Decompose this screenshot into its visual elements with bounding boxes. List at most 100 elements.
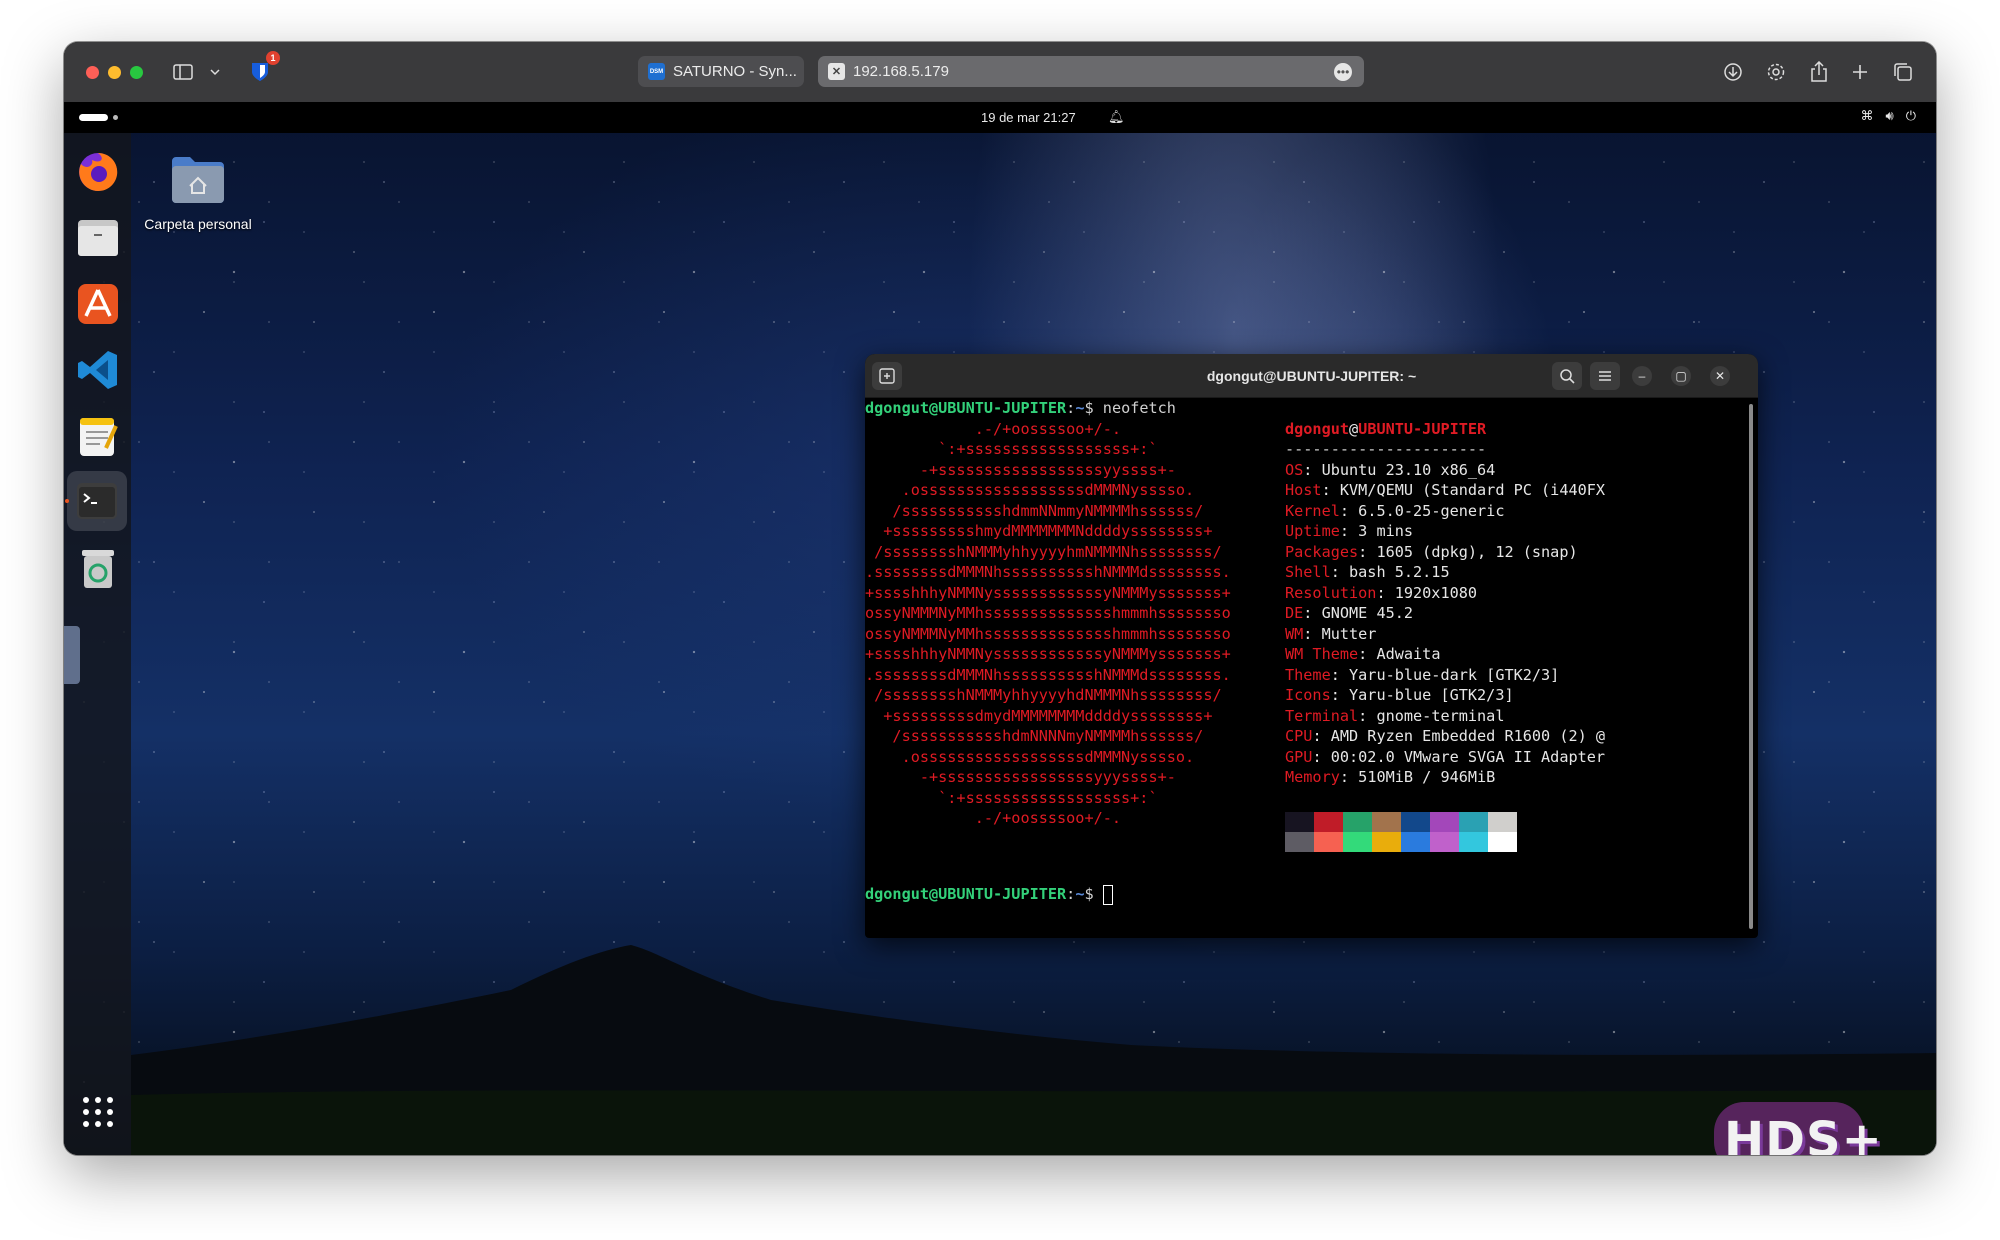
tab-label: SATURNO - Syn... — [673, 63, 797, 80]
palette-swatch — [1314, 832, 1343, 852]
terminal-scrollbar[interactable] — [1749, 404, 1753, 929]
tab-close-icon[interactable]: ✕ — [828, 63, 845, 80]
palette-swatch — [1488, 832, 1517, 852]
system-info-row: Theme: Yaru-blue-dark [GTK2/3] — [1285, 665, 1560, 684]
home-folder-icon — [172, 157, 224, 203]
clock[interactable]: 19 de mar 21:27 — [981, 110, 1076, 125]
ascii-logo-line: .ssssssssdMMMNhsssssssssshNMMMdssssssss. — [865, 665, 1231, 684]
info-separator: ---------------------- — [1285, 440, 1487, 458]
system-info-row: CPU: AMD Ryzen Embedded R1600 (2) @ — [1285, 727, 1606, 745]
palette-swatch — [1372, 832, 1401, 852]
info-label: Theme — [1285, 665, 1331, 684]
info-label: WM — [1285, 624, 1304, 643]
zoom-window-button[interactable] — [130, 66, 143, 79]
hamburger-menu-button[interactable] — [1590, 362, 1620, 390]
system-info-row: Resolution: 1920x1080 — [1285, 583, 1478, 602]
network-icon: ⌘ — [1860, 108, 1874, 123]
browser-toolbar: 1 DSM SATURNO - Syn... ✕ 192.168.5.179 •… — [64, 42, 1936, 102]
firefox-icon[interactable] — [74, 148, 121, 195]
system-tray[interactable]: ⌘ 🔊︎ ⏻ — [1861, 108, 1917, 124]
ascii-logo-line: .-/+oossssoo+/-. — [865, 809, 1122, 827]
info-label: Icons — [1285, 686, 1331, 704]
vscode-icon[interactable] — [74, 346, 121, 393]
info-value: Yaru-blue-dark [GTK2/3] — [1349, 665, 1560, 684]
palette-swatch — [1401, 832, 1430, 852]
info-value: KVM/QEMU (Standard PC (i440FX — [1339, 481, 1606, 499]
info-value: Adwaita — [1376, 645, 1441, 663]
info-value: GNOME 45.2 — [1321, 604, 1414, 622]
terminal-icon[interactable] — [67, 471, 127, 531]
info-value: Mutter — [1321, 624, 1377, 643]
new-tab-icon[interactable] — [1847, 59, 1873, 85]
notification-bell-icon[interactable]: 🔔︎ — [1108, 109, 1125, 125]
info-label: Kernel — [1285, 501, 1340, 520]
mountain-silhouette — [131, 945, 1936, 1155]
activities-button[interactable] — [79, 114, 108, 121]
search-button[interactable] — [1552, 362, 1582, 390]
minimize-window-button[interactable] — [108, 66, 121, 79]
info-label: Terminal — [1285, 706, 1359, 725]
palette-swatch — [1285, 832, 1314, 852]
volume-icon: 🔊︎ — [1885, 108, 1894, 123]
ascii-logo-line: /ssssssssssshdmmNNmmyNMMMMhssssss/ — [865, 501, 1204, 520]
info-value: 1605 (dpkg), 12 (snap) — [1376, 542, 1578, 561]
share-icon[interactable] — [1806, 59, 1832, 85]
ascii-logo-line: .ossssssssssssssssssdMMMNysssso. — [865, 481, 1195, 499]
home-folder-label: Carpeta personal — [144, 216, 252, 232]
terminal-output[interactable]: dgongut@UBUNTU-JUPITER:~$ neofetch .-/+o… — [865, 398, 1750, 938]
close-window-button[interactable] — [86, 66, 99, 79]
download-icon[interactable] — [1720, 59, 1746, 85]
ascii-logo-line: /sssssssshNMMMyhhyyyyhmNMMMNhssssssss/ — [865, 542, 1222, 561]
extension-badge: 1 — [266, 51, 280, 65]
files-icon[interactable] — [74, 214, 121, 261]
sidebar-toggle-icon[interactable] — [170, 59, 196, 85]
ascii-logo-line: +sssssssssdmydMMMMMMMMddddyssssssss+ — [865, 706, 1213, 725]
info-label: Host — [1285, 481, 1322, 499]
terminal-window[interactable]: dgongut@UBUNTU-JUPITER: ~ – ▢ ✕ dgongut@… — [865, 354, 1758, 938]
palette-swatch — [1314, 812, 1343, 832]
info-label: DE — [1285, 604, 1304, 622]
ascii-logo-line: /sssssssshNMMMyhhyyyyhdNMMMNhssssssss/ — [865, 686, 1222, 704]
dock-drag-handle[interactable] — [64, 626, 80, 684]
system-info-row: Icons: Yaru-blue [GTK2/3] — [1285, 686, 1514, 704]
trash-icon[interactable] — [74, 544, 121, 591]
info-value: gnome-terminal — [1376, 706, 1505, 725]
ascii-logo-line: -+ssssssssssssssssssyyssss+- — [865, 460, 1176, 479]
more-options-icon[interactable]: ••• — [1334, 63, 1352, 81]
terminal-header-bar[interactable]: dgongut@UBUNTU-JUPITER: ~ – ▢ ✕ — [865, 354, 1758, 398]
workspace-indicator[interactable] — [113, 115, 118, 120]
chevron-down-icon[interactable] — [202, 59, 228, 85]
close-button[interactable]: ✕ — [1710, 366, 1730, 386]
app-center-icon[interactable] — [74, 280, 121, 327]
palette-swatch — [1372, 812, 1401, 832]
palette-swatch — [1285, 812, 1314, 832]
tab-address[interactable]: ✕ 192.168.5.179 ••• — [818, 56, 1364, 87]
address-text: 192.168.5.179 — [853, 63, 949, 80]
ascii-logo-line: .ossssssssssssssssssdMMMNysssso. — [865, 747, 1195, 766]
system-info-row: WM Theme: Adwaita — [1285, 645, 1441, 663]
info-value: 1920x1080 — [1394, 583, 1478, 602]
home-folder-desktop-icon[interactable]: Carpeta personal — [138, 153, 258, 232]
gnome-top-bar: 19 de mar 21:27 🔔︎ ⌘ 🔊︎ ⏻ — [64, 102, 1936, 133]
ubuntu-desktop: 19 de mar 21:27 🔔︎ ⌘ 🔊︎ ⏻ Carpeta person… — [64, 102, 1936, 1155]
minimize-button[interactable]: – — [1632, 366, 1652, 386]
ascii-logo-line: ossyNMMMNyMMhsssssssssssssshmmmhssssssso — [865, 624, 1231, 643]
system-info-row: OS: Ubuntu 23.10 x86_64 — [1285, 460, 1496, 479]
dsm-favicon-icon: DSM — [648, 63, 665, 80]
ascii-logo-line: +sssshhhyNMMNyssssssssssssyNMMMysssssss+ — [865, 583, 1231, 602]
info-header: dgongut@UBUNTU-JUPITER — [1285, 419, 1487, 438]
ascii-logo-line: ossyNMMMNyMMhsssssssssssssshmmmhssssssso — [865, 604, 1231, 622]
maximize-button[interactable]: ▢ — [1671, 366, 1691, 386]
ubuntu-dock — [64, 133, 131, 1155]
show-apps-icon[interactable] — [74, 1088, 121, 1135]
tab-overview-icon[interactable] — [1890, 59, 1916, 85]
tab-saturno[interactable]: DSM SATURNO - Syn... — [638, 56, 804, 87]
info-label: GPU — [1285, 747, 1313, 766]
system-info-row: Packages: 1605 (dpkg), 12 (snap) — [1285, 542, 1578, 561]
info-label: Packages — [1285, 542, 1359, 561]
color-palette — [1285, 812, 1517, 852]
settings-gear-icon[interactable] — [1763, 59, 1789, 85]
prompt-line: dgongut@UBUNTU-JUPITER:~$ — [865, 884, 1113, 905]
info-label: Memory — [1285, 768, 1340, 786]
text-editor-icon[interactable] — [74, 412, 121, 459]
